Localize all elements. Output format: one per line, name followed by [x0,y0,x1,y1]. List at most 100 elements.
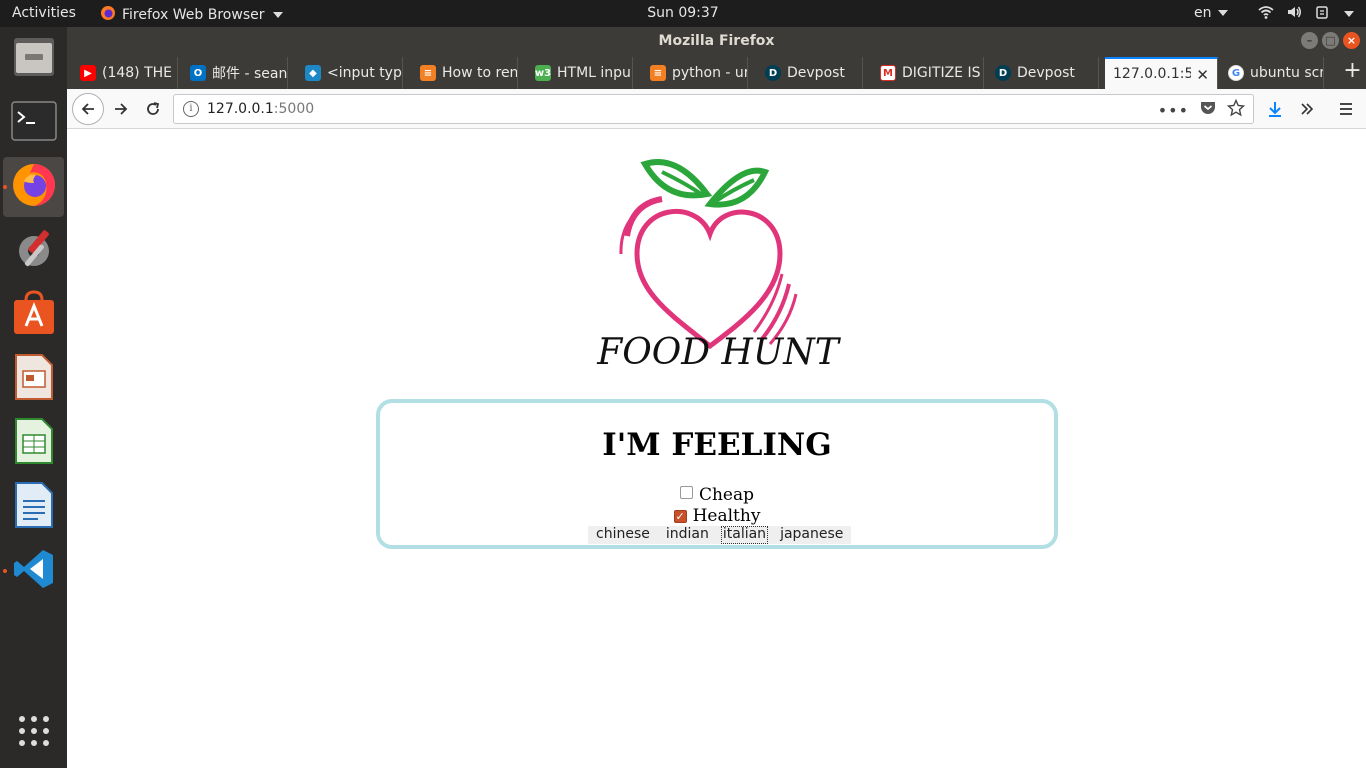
pocket-icon[interactable] [1199,99,1217,121]
tab-label: DIGITIZE IS [902,65,981,81]
tab-label: 127.0.0.1:50 [1113,66,1191,82]
devpost-icon: D [765,65,781,81]
tab-devpost-2[interactable]: D Devpost [987,57,1099,89]
page-content: FOOD HUNT I'M FEELING Cheap ✓ Healthy chi… [67,130,1366,768]
terminal-icon [10,101,57,145]
option-healthy[interactable]: ✓ Healthy [380,506,1054,526]
dock-vscode[interactable] [3,541,64,601]
cuisine-chinese[interactable]: chinese [588,526,658,544]
wifi-icon [1258,4,1274,24]
firefox-small-icon [100,5,116,25]
new-tab-button[interactable]: + [1339,55,1366,89]
system-tray[interactable] [1258,4,1354,24]
dock-writer[interactable] [3,477,64,537]
tab-input-type[interactable]: ◆ <input type [297,57,403,89]
outlook-icon: O [190,65,206,81]
system-top-bar: Activities Firefox Web Browser Sun 09:37… [0,0,1366,27]
bookmark-star-icon[interactable] [1226,98,1246,121]
url-bar[interactable]: i 127.0.0.1:5000 ••• [173,94,1254,124]
spreadsheet-icon [14,417,54,469]
stackoverflow-icon: ≡ [420,65,436,81]
tab-label: HTML inpu [557,65,631,81]
healthy-label: Healthy [692,506,761,526]
logo-text: FOOD HUNT [596,332,842,373]
tab-google[interactable]: G ubuntu scr [1220,57,1324,89]
arrow-left-icon [81,103,94,115]
cuisine-japanese[interactable]: japanese [772,526,851,544]
tab-localhost[interactable]: 127.0.0.1:50 ✕ [1105,57,1218,89]
volume-icon [1286,4,1302,24]
healthy-checkbox[interactable]: ✓ [673,510,687,523]
cuisine-italian[interactable]: italian [720,526,769,544]
firefox-icon [10,161,58,213]
dock-calc[interactable] [3,413,64,473]
language-selector[interactable]: en [1194,5,1228,21]
tab-label: ubuntu scr [1250,65,1323,81]
devpost-icon: D [995,65,1011,81]
tab-label: python - ur [672,65,747,81]
tab-youtube[interactable]: ▶ (148) THE E [72,57,178,89]
w3-icon: w3 [535,65,551,81]
gmail-icon: M [880,65,896,81]
app-menu[interactable]: Firefox Web Browser [100,5,283,25]
google-icon: G [1228,65,1244,81]
dock-show-apps[interactable] [3,703,64,763]
power-icon [1314,4,1330,24]
tab-label: Devpost [787,65,845,81]
close-tab-icon[interactable]: ✕ [1196,66,1209,84]
double-chevron-icon [1301,103,1314,115]
feeling-panel: I'M FEELING Cheap ✓ Healthy chinese india… [376,399,1058,549]
url-text[interactable]: 127.0.0.1:5000 [207,101,314,117]
download-icon [1269,102,1281,117]
tab-outlook[interactable]: O 邮件 - sean [182,57,288,89]
dock-files[interactable] [3,29,64,89]
language-label: en [1194,5,1212,21]
dock [0,27,67,768]
window-titlebar[interactable]: Mozilla Firefox – □ × [67,27,1366,55]
dock-impress[interactable] [3,349,64,409]
tab-label: How to ren [442,65,517,81]
url-port: :5000 [273,101,315,117]
clock[interactable]: Sun 09:37 [647,5,718,21]
arrow-right-icon [115,103,128,115]
close-window-button[interactable]: × [1343,32,1360,49]
tab-html-input[interactable]: w3 HTML inpu [527,57,633,89]
navigation-toolbar: i 127.0.0.1:5000 ••• [67,89,1366,129]
settings-icon [11,226,57,276]
file-manager-icon [11,34,57,84]
vscode-icon [12,547,56,595]
document-icon [14,481,54,533]
tab-gmail[interactable]: M DIGITIZE IS [872,57,984,89]
forward-button[interactable] [106,94,136,124]
dock-software[interactable] [3,285,64,345]
activities-button[interactable]: Activities [12,5,76,21]
tab-label: (148) THE E [102,65,177,81]
tab-stackoverflow-1[interactable]: ≡ How to ren [412,57,518,89]
cuisine-indian[interactable]: indian [658,526,717,544]
feeling-heading: I'M FEELING [602,427,832,463]
page-actions-icon[interactable]: ••• [1158,101,1189,120]
maximize-button[interactable]: □ [1322,32,1339,49]
back-button[interactable] [72,93,104,125]
cuisine-selector: chinese indian italian japanese [588,526,852,544]
hamburger-menu-button[interactable] [1331,94,1361,124]
tab-label: <input type [327,65,402,81]
dock-firefox[interactable] [3,157,64,217]
site-info-icon[interactable]: i [183,101,199,117]
stackoverflow-icon: ≡ [650,65,666,81]
cheap-checkbox[interactable] [679,486,693,499]
reload-button[interactable] [138,94,168,124]
tab-devpost-1[interactable]: D Devpost [757,57,863,89]
option-cheap[interactable]: Cheap [380,485,1054,505]
tab-stackoverflow-2[interactable]: ≡ python - ur [642,57,748,89]
dock-terminal[interactable] [3,93,64,153]
dock-settings[interactable] [3,221,64,281]
url-host: 127.0.0.1 [207,101,274,117]
tab-strip: ▶ (148) THE E O 邮件 - sean ◆ <input type … [67,55,1366,89]
tab-label: 邮件 - sean [212,66,287,82]
minimize-button[interactable]: – [1301,32,1318,49]
downloads-button[interactable] [1260,94,1290,124]
running-indicator [3,185,7,189]
app-grid-icon [17,714,51,752]
overflow-menu-button[interactable] [1292,94,1322,124]
